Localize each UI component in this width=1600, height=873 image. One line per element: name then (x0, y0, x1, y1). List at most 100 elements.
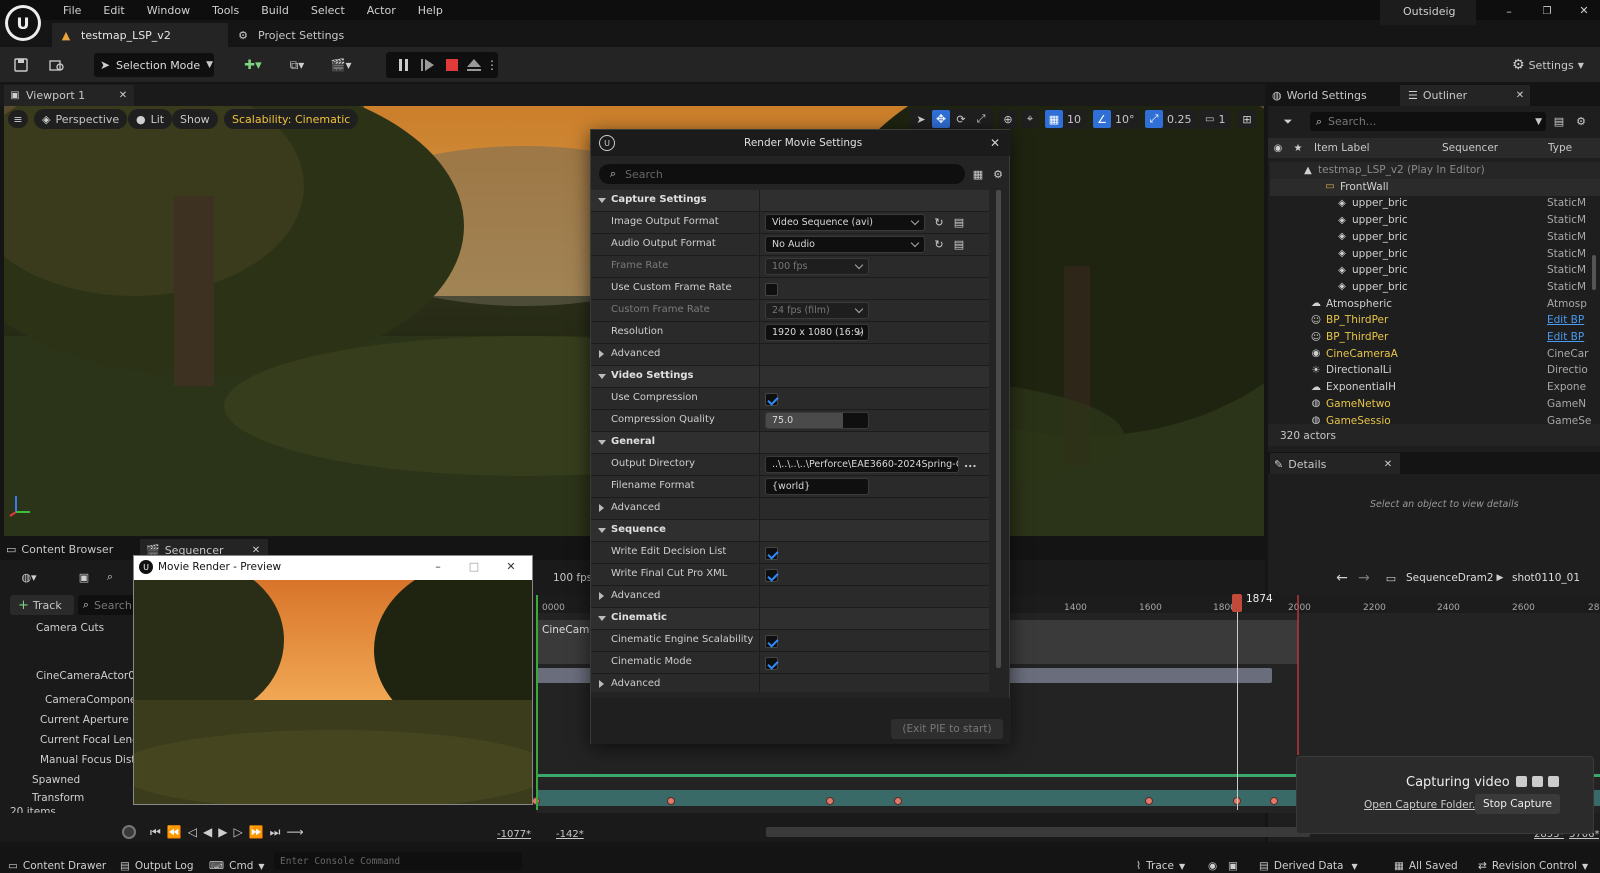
close-icon[interactable]: ✕ (503, 558, 519, 574)
next-key-icon[interactable]: ⏩ (249, 825, 270, 839)
outliner-item-type[interactable]: Edit BP (1547, 314, 1600, 326)
camera-speed-button[interactable]: ▭ 1 (1200, 109, 1231, 129)
blueprint-icon[interactable]: ⧉▾ (282, 56, 312, 74)
outliner-row[interactable]: ◈ upper_bric StaticM (1270, 262, 1600, 279)
sequencer-column[interactable]: Sequencer (1442, 142, 1498, 154)
use-custom-frame-rate-checkbox[interactable] (765, 283, 778, 296)
close-tab-icon[interactable]: ✕ (117, 89, 129, 101)
step-back-icon[interactable]: ◁ (188, 825, 203, 839)
sequencer-track[interactable]: CineCameraActor0 (0, 668, 135, 688)
reset-icon[interactable]: ↻ (932, 237, 946, 251)
close-tab-icon[interactable]: ✕ (1514, 89, 1526, 101)
perspective-button[interactable]: ◈ Perspective (34, 109, 128, 129)
output-directory-input[interactable]: ..\..\..\..\Perforce\EAE3660-2024Spring-… (765, 456, 959, 473)
breadcrumb-sequence[interactable]: SequenceDram2 (1406, 572, 1494, 584)
close-icon[interactable]: ✕ (987, 135, 1003, 151)
keyframe[interactable] (826, 797, 834, 805)
playhead-handle[interactable] (1232, 594, 1242, 612)
menu-actor[interactable]: Actor (356, 4, 407, 17)
loop-icon[interactable]: ⟶ (286, 825, 309, 839)
jump-end-icon[interactable]: ⏭ (270, 825, 287, 840)
world-space-icon[interactable]: ⊕ (999, 110, 1017, 128)
play-reverse-icon[interactable]: ◀ (203, 825, 218, 839)
cinematics-icon[interactable]: 🎬▾ (326, 56, 356, 74)
save-icon[interactable] (12, 56, 30, 74)
outliner-row[interactable]: ☺ BP_ThirdPer Edit BP (1270, 312, 1600, 329)
compression-quality-slider[interactable]: 75.0 (765, 412, 869, 429)
prev-key-icon[interactable]: ⏪ (167, 825, 188, 839)
close-window-icon[interactable]: ✕ (1573, 3, 1595, 17)
select-tool-icon[interactable]: ➤ (913, 111, 929, 127)
scalability-button[interactable]: Scalability: Cinematic (224, 109, 359, 129)
eye-icon[interactable]: ◉ (1272, 142, 1284, 154)
scale-tool-icon[interactable]: ⤢ (973, 111, 989, 127)
world-dropdown-icon[interactable]: ◍▾ (14, 568, 44, 586)
maximize-icon[interactable]: □ (466, 558, 482, 574)
menu-file[interactable]: File (52, 4, 92, 17)
angle-snap-button[interactable]: ∠ 10° (1092, 109, 1141, 129)
reset-icon[interactable]: ↻ (932, 215, 946, 229)
settings-gear-icon[interactable]: ⚙ (991, 167, 1005, 181)
video-settings-section[interactable]: Video Settings (591, 366, 989, 388)
keyframe[interactable] (1270, 797, 1278, 805)
general-section[interactable]: General (591, 432, 989, 454)
grid-snap-button[interactable]: ▦ 10 (1044, 109, 1087, 129)
filename-format-input[interactable]: {world} (765, 478, 869, 495)
sequencer-search-input[interactable]: ⌕ Search (78, 595, 138, 615)
outliner-row[interactable]: ▭ FrontWall (1270, 178, 1600, 196)
outliner-row[interactable]: ☺ BP_ThirdPer Edit BP (1270, 329, 1600, 346)
image-output-dropdown[interactable]: Video Sequence (avi) (765, 214, 925, 231)
outliner-row[interactable]: ☁ ExponentialH Expone (1270, 379, 1600, 396)
browse-folder-icon[interactable]: ▤ (952, 215, 966, 229)
write-edl-checkbox[interactable] (765, 547, 778, 560)
content-drawer-button[interactable]: ▭ Content Drawer (8, 860, 106, 872)
menu-window[interactable]: Window (136, 4, 201, 17)
cinematic-advanced-section[interactable]: Advanced (591, 674, 989, 692)
browse-directory-button[interactable]: ... (964, 457, 977, 470)
outliner-row[interactable]: ◈ upper_bric StaticM (1270, 195, 1600, 212)
content-browser-tab[interactable]: ▭ Content Browser (6, 542, 113, 556)
unreal-logo-icon[interactable]: U (5, 5, 41, 41)
record-button[interactable] (122, 825, 136, 839)
revision-control-dropdown[interactable]: ⇄ Revision Control ▼ (1478, 860, 1588, 872)
outliner-row[interactable]: ◉ CineCameraA CineCar (1270, 346, 1600, 363)
record-trace-icon[interactable]: ◉ (1208, 860, 1217, 872)
sequencer-track[interactable]: Manual Focus Distar (0, 752, 146, 772)
stop-icon[interactable] (444, 56, 460, 74)
outliner-scrollbar[interactable] (1592, 255, 1596, 290)
show-button[interactable]: Show (172, 109, 218, 129)
surface-snap-icon[interactable]: ⌖ (1021, 110, 1039, 128)
sequencer-track[interactable]: CameraComponent (0, 692, 147, 712)
pause-icon[interactable] (396, 56, 412, 74)
rotate-tool-icon[interactable]: ⟳ (953, 111, 969, 127)
capture-settings-section[interactable]: Capture Settings (591, 190, 989, 212)
outliner-row[interactable]: ◈ upper_bric StaticM (1270, 246, 1600, 263)
derived-data-dropdown[interactable]: ▤ Derived Data ▼ (1259, 860, 1358, 872)
minimize-window-icon[interactable]: – (1498, 4, 1520, 18)
project-settings-tab[interactable]: Project Settings (258, 29, 344, 42)
minimize-icon[interactable]: – (430, 558, 446, 574)
more-options-icon[interactable]: ⋮ (486, 56, 498, 74)
keyframe[interactable] (667, 797, 675, 805)
back-arrow-icon[interactable]: ← (1334, 570, 1350, 586)
outliner-settings-icon[interactable]: ⚙ (1573, 113, 1589, 129)
cinematic-section[interactable]: Cinematic (591, 608, 989, 630)
write-fcp-checkbox[interactable] (765, 569, 778, 582)
cinematic-mode-checkbox[interactable] (765, 657, 778, 670)
open-capture-folder-link[interactable]: Open Capture Folder... (1364, 799, 1482, 811)
filter-icon[interactable]: ⏷ (1276, 113, 1300, 131)
outliner-search-input[interactable]: ⌕ Search... ▼ (1310, 112, 1546, 131)
restore-window-icon[interactable]: ❐ (1536, 4, 1558, 18)
sequencer-track[interactable]: Camera Cuts (0, 620, 132, 640)
add-actor-icon[interactable]: ✚▾ (238, 56, 268, 74)
range-start[interactable]: -1077* (497, 829, 531, 840)
add-track-button[interactable]: + Track (10, 595, 74, 615)
outliner-row[interactable]: ☁ Atmospheric Atmosp (1270, 296, 1600, 313)
start-capture-button[interactable]: (Exit PIE to start) (891, 719, 1003, 739)
stop-capture-button[interactable]: Stop Capture (1475, 794, 1560, 814)
move-tool-icon[interactable]: ✥ (932, 110, 950, 128)
outliner-row[interactable]: ▲ testmap_LSP_v2 (Play In Editor) (1270, 162, 1600, 179)
menu-help[interactable]: Help (407, 4, 454, 17)
trace-dropdown[interactable]: ⌇ Trace ▼ (1136, 860, 1185, 872)
breadcrumb-shot[interactable]: shot0110_01 (1512, 572, 1580, 584)
